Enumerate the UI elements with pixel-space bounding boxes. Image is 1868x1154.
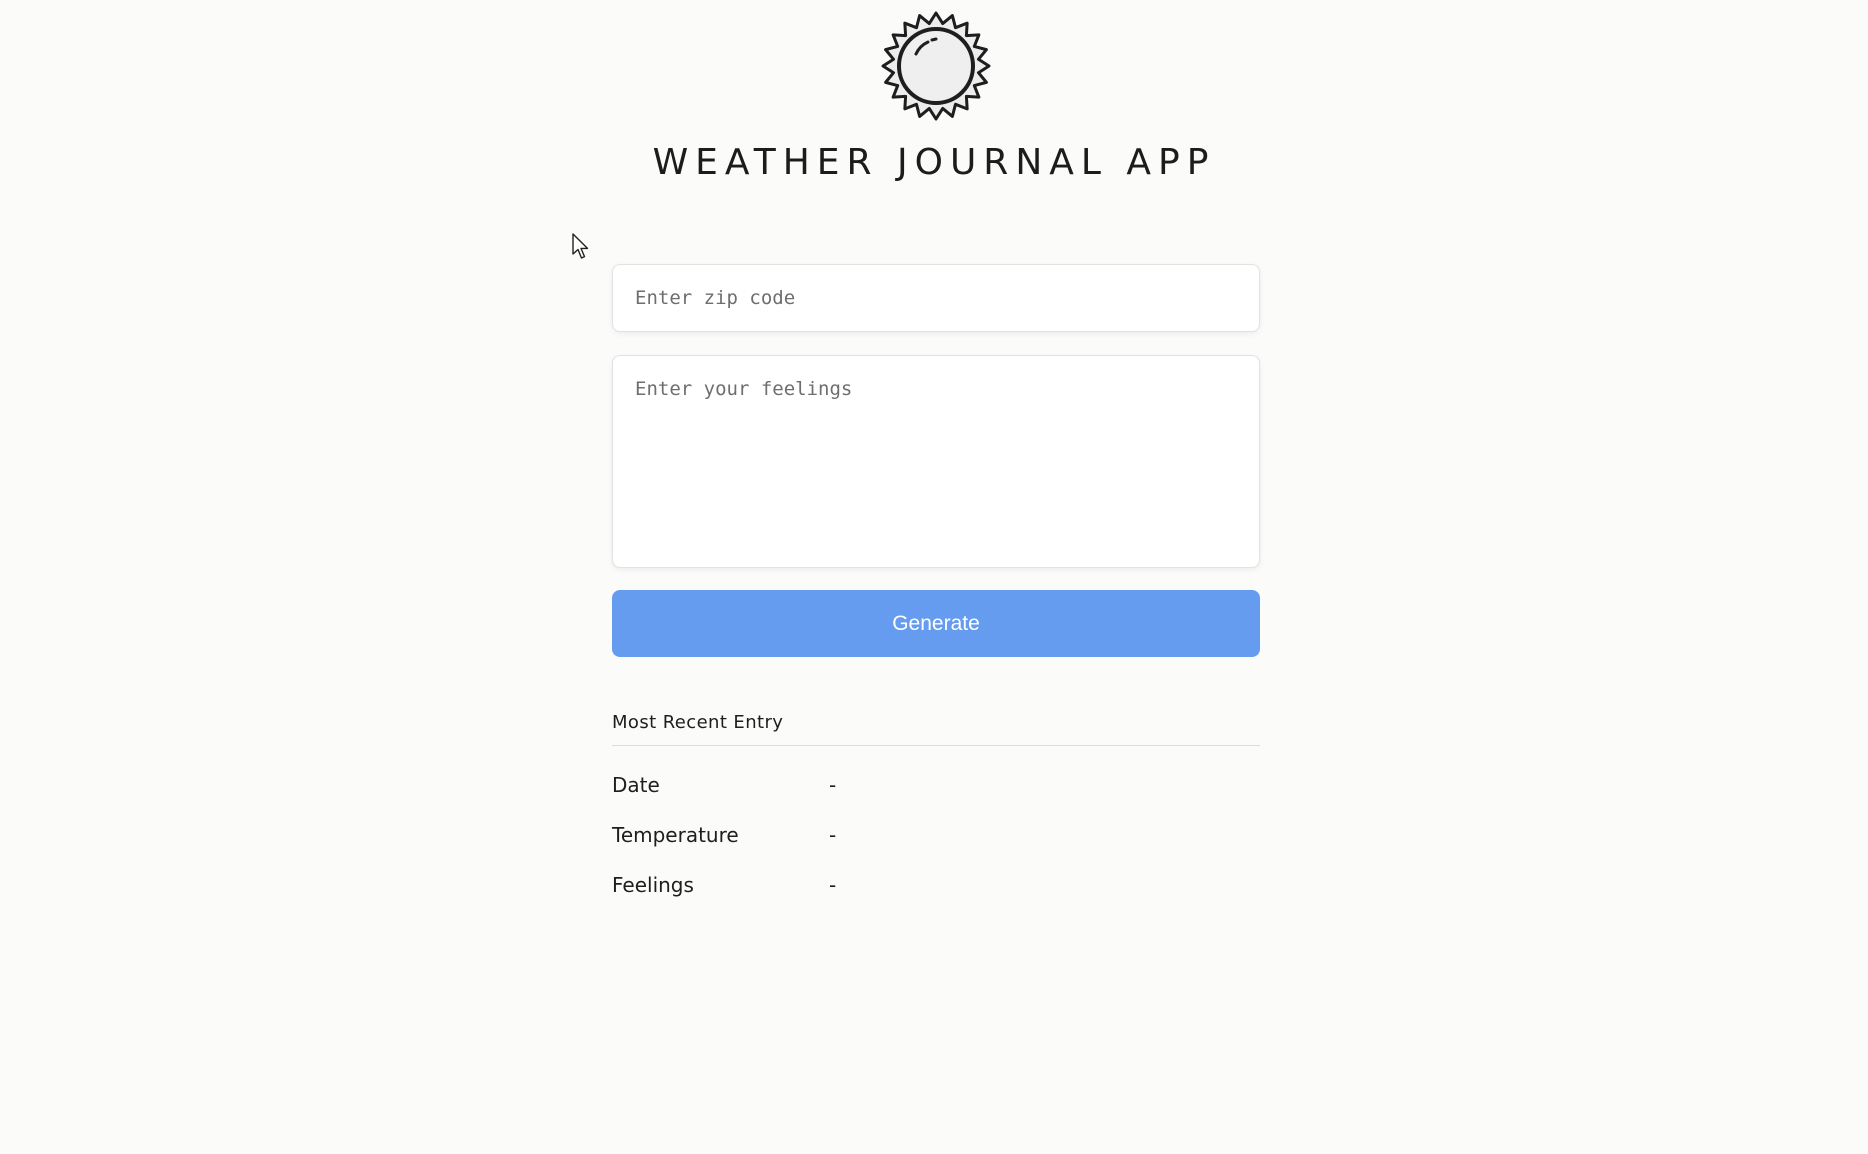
most-recent-entry: Most Recent Entry Date - Temperature - F… (612, 712, 1260, 910)
page-title: WEATHER JOURNAL APP (652, 142, 1216, 183)
generate-button[interactable]: Generate (612, 590, 1260, 657)
sun-icon (881, 11, 991, 121)
temperature-value: - (829, 823, 837, 847)
feelings-textarea[interactable] (612, 355, 1260, 568)
mouse-cursor-icon (572, 233, 589, 259)
recent-entry-heading: Most Recent Entry (612, 712, 1260, 746)
entry-row-date: Date - (612, 760, 1260, 810)
temperature-label: Temperature (612, 823, 739, 847)
date-value: - (829, 773, 837, 797)
feelings-label: Feelings (612, 873, 694, 897)
page: WEATHER JOURNAL APP Generate Most Recent… (0, 0, 1868, 1154)
date-label: Date (612, 773, 660, 797)
entry-row-temperature: Temperature - (612, 810, 1260, 860)
zip-code-input[interactable] (612, 264, 1260, 332)
entry-list: Date - Temperature - Feelings - (612, 746, 1260, 910)
entry-row-feelings: Feelings - (612, 860, 1260, 910)
feelings-value: - (829, 873, 837, 897)
